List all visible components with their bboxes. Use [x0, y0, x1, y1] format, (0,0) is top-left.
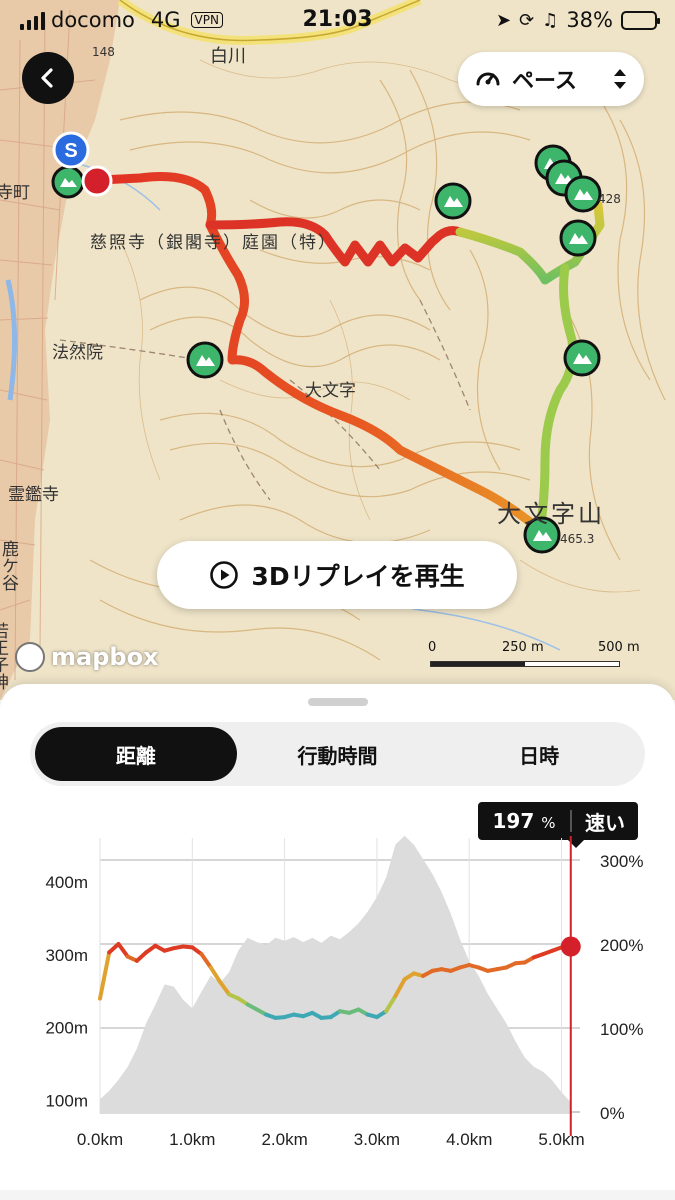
location-arrow-icon: ➤ — [495, 9, 512, 31]
start-marker-label: S — [64, 140, 77, 162]
map-label: 大文字山 — [497, 500, 605, 528]
mapbox-attribution: mapbox — [51, 643, 159, 671]
elevation-area-fill — [100, 835, 571, 1114]
sheet-grabber[interactable] — [308, 698, 368, 706]
mapbox-logo-icon — [15, 642, 45, 672]
y-axis-left-label: 300m — [45, 946, 88, 965]
elevation-area — [100, 835, 571, 1114]
sort-arrows-icon — [614, 69, 626, 89]
map-label: 慈照寺（銀閣寺）庭園（特） — [90, 233, 337, 253]
map-label: 148 — [92, 45, 115, 59]
cursor-point — [560, 936, 581, 957]
map-scale-bar: 0 250 m 500 m — [428, 640, 644, 672]
pace-line-segment — [98, 950, 112, 1001]
x-axis-tick-label: 5.0km — [538, 1130, 584, 1149]
elevation-pace-chart[interactable]: 100m 200m 300m 400m 0% 100% 200% 300% 0.0km 1.0k… — [0, 830, 675, 1170]
scale-bar-graphic — [430, 661, 620, 667]
map-label: 若王子神 — [0, 622, 9, 690]
map-label: 法然院 — [52, 343, 103, 363]
y-axis-left-label: 400m — [45, 873, 88, 892]
tab-moving-time[interactable]: 行動時間 — [237, 727, 439, 781]
app-screen: S 白川 慈照寺（銀閣寺）庭園（特） 法然院 大文字 大文字山 霊鑑寺 鹿ケ谷 … — [0, 0, 675, 1200]
pace-selector-button[interactable]: ペース — [458, 52, 644, 106]
x-axis-tick-label: 4.0km — [446, 1130, 492, 1149]
tab-distance[interactable]: 距離 — [35, 727, 237, 781]
x-axis-tick-label: 1.0km — [169, 1130, 215, 1149]
map-label: 霊鑑寺 — [8, 485, 59, 505]
pace-line-segment — [199, 952, 213, 970]
start-marker: S — [52, 131, 90, 169]
map-label: 鹿ケ谷 — [0, 540, 19, 591]
scale-mid-label: 250 m — [502, 640, 544, 655]
x-axis-labels: 0.0km 1.0km 2.0km 3.0km 4.0km 5.0km — [77, 1130, 585, 1149]
scale-max-label: 500 m — [598, 640, 640, 655]
battery-percent: 38% — [566, 8, 613, 32]
map-label: 白川 — [210, 46, 246, 67]
back-button[interactable] — [22, 52, 74, 104]
x-axis-tick-label: 0.0km — [77, 1130, 123, 1149]
end-point-marker — [81, 165, 113, 197]
scale-zero-label: 0 — [428, 640, 437, 655]
pace-selector-label: ペース — [512, 69, 577, 94]
y-axis-right-label: 0% — [600, 1104, 625, 1123]
chevron-left-icon — [41, 68, 53, 88]
y-axis-right-label: 200% — [600, 936, 643, 955]
replay-3d-button[interactable]: 3Dリプレイを再生 — [157, 541, 517, 609]
tab-datetime[interactable]: 日時 — [438, 727, 640, 781]
status-bar: docomo 4G VPN 21:03 ➤ ⟳ ♫ 38% — [0, 0, 675, 40]
headphones-icon: ♫ — [542, 9, 559, 31]
map-view[interactable]: S 白川 慈照寺（銀閣寺）庭園（特） 法然院 大文字 大文字山 霊鑑寺 鹿ケ谷 … — [0, 0, 675, 700]
map-label: 428 — [598, 192, 621, 206]
orientation-lock-icon: ⟳ — [519, 9, 535, 31]
speedometer-icon — [476, 72, 500, 86]
map-label: 465.3 — [560, 532, 594, 546]
y-axis-left-label: 200m — [45, 1019, 88, 1038]
pace-line-segment — [116, 942, 130, 959]
chart-cursor[interactable] — [560, 836, 581, 1136]
play-circle-icon — [210, 561, 239, 589]
x-axis-segmented-control: 距離 行動時間 日時 — [30, 722, 645, 786]
y-axis-right-label: 100% — [600, 1020, 643, 1039]
replay-3d-label: 3Dリプレイを再生 — [251, 562, 465, 591]
x-axis-tick-label: 3.0km — [354, 1130, 400, 1149]
y-axis-left-label: 100m — [45, 1091, 88, 1110]
battery-icon — [621, 10, 660, 30]
x-axis-tick-label: 2.0km — [261, 1130, 307, 1149]
map-label: 大文字 — [305, 381, 356, 401]
map-label: 寺町 — [0, 183, 30, 203]
y-axis-right-label: 300% — [600, 852, 643, 871]
home-indicator-area — [0, 1190, 675, 1200]
mapbox-logo[interactable]: mapbox — [15, 642, 159, 672]
